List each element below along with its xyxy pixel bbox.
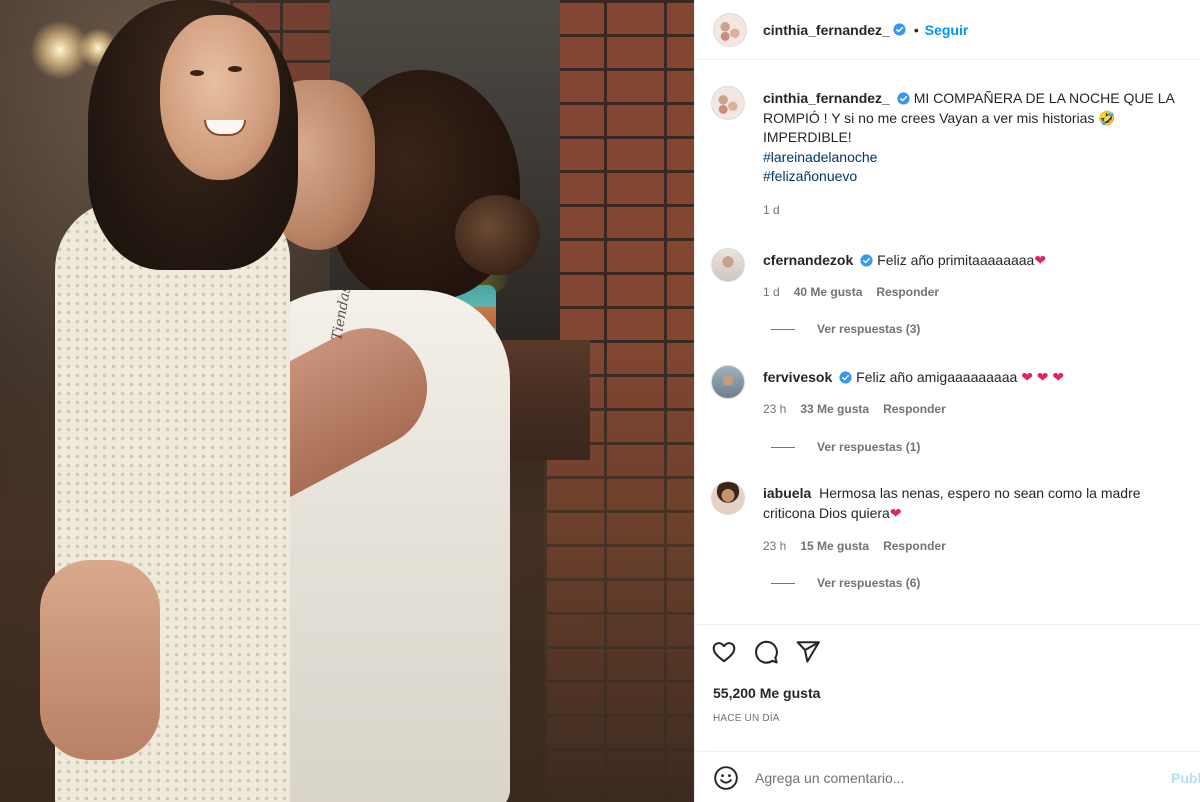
caption-username[interactable]: cinthia_fernandez_ (763, 90, 890, 106)
comment-likes[interactable]: 33 Me gusta (800, 400, 869, 420)
post-timestamp: HACE UN DÍA (713, 713, 780, 724)
comment-likes[interactable]: 15 Me gusta (800, 537, 869, 557)
replies-divider (771, 446, 795, 448)
girl-eye (228, 66, 242, 72)
comment-item: cfernandezok Feliz año primitaaaaaaaa❤ 1… (711, 248, 1200, 302)
caption-time[interactable]: 1 d (763, 201, 780, 221)
caption-meta: 1 d (763, 201, 1200, 221)
comment-time[interactable]: 1 d (763, 283, 780, 303)
heart-emoji: ❤ ❤ ❤ (1021, 369, 1065, 385)
hair-bun (455, 195, 540, 275)
girl-eye (190, 70, 204, 76)
view-replies-button[interactable]: Ver respuestas (6) (771, 576, 920, 590)
girl-face (160, 15, 280, 180)
hashtag-link[interactable]: #felizañonuevo (763, 167, 1200, 187)
avatar[interactable] (711, 365, 745, 399)
view-replies-label: Ver respuestas (1) (817, 440, 921, 454)
verified-badge-icon (897, 92, 910, 105)
reply-button[interactable]: Responder (883, 400, 946, 420)
post-side-panel: cinthia_fernandez_ • Seguir cinthia_fern… (694, 0, 1200, 802)
avatar[interactable] (713, 12, 747, 47)
comment-meta: 23 h 33 Me gusta Responder (763, 400, 1200, 420)
action-bar (695, 625, 1200, 679)
comment-meta: 1 d 40 Me gusta Responder (763, 283, 1200, 303)
emoji-icon[interactable] (713, 765, 739, 791)
comments-list[interactable]: cinthia_fernandez_ MI COMPAÑERA DE LA NO… (695, 61, 1200, 623)
avatar[interactable] (711, 248, 745, 282)
view-replies-button[interactable]: Ver respuestas (1) (771, 440, 920, 454)
girl-arm (40, 560, 160, 760)
reply-button[interactable]: Responder (883, 537, 946, 557)
comment-input[interactable] (755, 769, 1115, 786)
view-replies-label: Ver respuestas (6) (817, 576, 921, 590)
post-photo[interactable]: Tiendas (0, 0, 694, 802)
comment-item: iabuela Hermosa las nenas, espero no sea… (711, 481, 1183, 557)
verified-badge-icon (893, 23, 906, 36)
comment-time[interactable]: 23 h (763, 400, 786, 420)
comment-time[interactable]: 23 h (763, 537, 786, 557)
view-replies-button[interactable]: Ver respuestas (3) (771, 322, 920, 336)
comment-likes[interactable]: 40 Me gusta (794, 283, 863, 303)
comment-username[interactable]: iabuela (763, 485, 811, 501)
author-username[interactable]: cinthia_fernandez_ (763, 22, 890, 38)
likes-count[interactable]: 55,200 Me gusta (695, 685, 1200, 701)
comment-username[interactable]: fervivesok (763, 369, 832, 385)
heart-emoji: ❤ (889, 504, 902, 521)
comment-text: Feliz año amigaaaaaaaaa (856, 369, 1018, 385)
reply-button[interactable]: Responder (876, 283, 939, 303)
hashtag-link[interactable]: #lareinadelanoche (763, 148, 1200, 168)
separator-dot: • (913, 21, 919, 38)
caption: cinthia_fernandez_ MI COMPAÑERA DE LA NO… (711, 86, 1200, 220)
publish-button[interactable]: Publicar (1171, 770, 1200, 786)
post-footer: 55,200 Me gusta HACE UN DÍA Publicar (695, 624, 1200, 790)
view-replies-label: Ver respuestas (3) (817, 322, 921, 336)
follow-button[interactable]: Seguir (925, 22, 969, 38)
add-comment-bar: Publicar (695, 751, 1200, 802)
share-icon[interactable] (795, 639, 821, 665)
instagram-post-view: Tiendas cinthia_fernandez_ • Seguir cint… (0, 0, 1200, 802)
replies-divider (771, 582, 795, 584)
comment-icon[interactable] (753, 639, 779, 665)
heart-emoji: ❤ (1034, 252, 1047, 268)
comment-username[interactable]: cfernandezok (763, 252, 853, 268)
avatar[interactable] (711, 86, 745, 120)
comment-text: Hermosa las nenas, espero no sean como l… (763, 485, 1141, 521)
comment-text: Feliz año primitaaaaaaaa (877, 252, 1035, 268)
comment-meta: 23 h 15 Me gusta Responder (763, 537, 1183, 557)
verified-badge-icon (839, 371, 852, 384)
heart-icon[interactable] (711, 639, 737, 665)
post-header: cinthia_fernandez_ • Seguir (695, 0, 1200, 60)
avatar[interactable] (711, 481, 745, 515)
replies-divider (771, 328, 795, 330)
comment-item: fervivesok Feliz año amigaaaaaaaaa ❤ ❤ ❤… (711, 365, 1200, 419)
verified-badge-icon (860, 254, 873, 267)
